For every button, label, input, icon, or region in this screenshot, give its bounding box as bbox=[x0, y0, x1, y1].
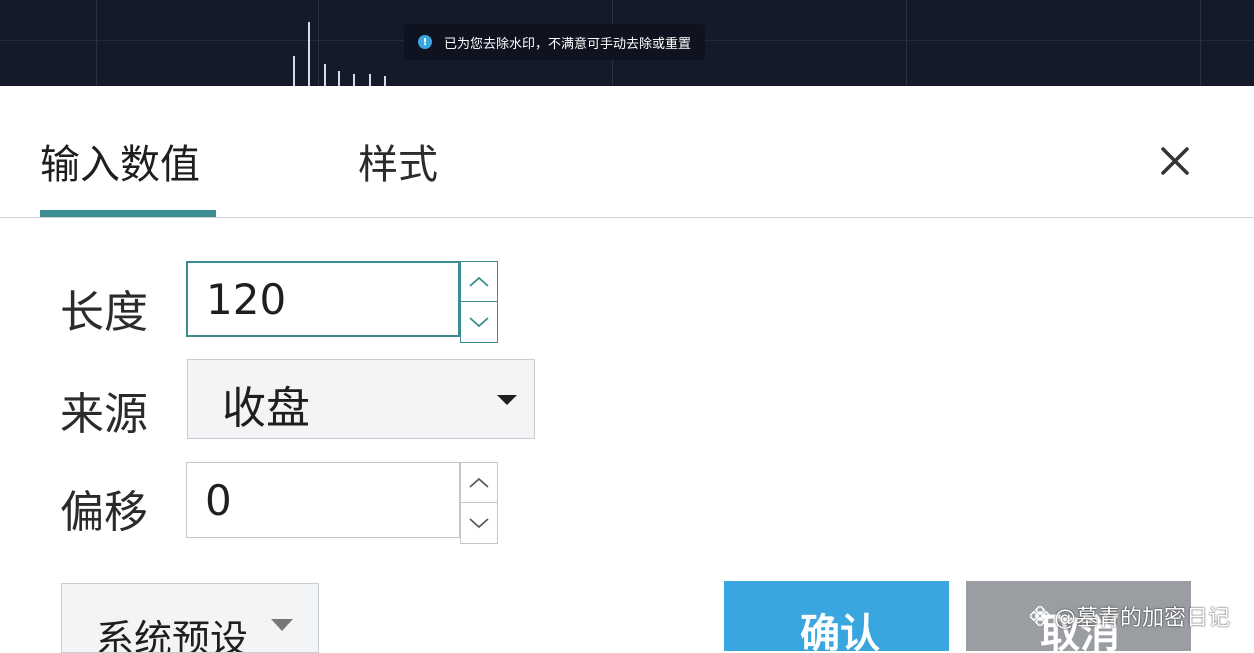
source-select-value: 收盘 bbox=[222, 383, 310, 434]
offset-increment-button[interactable] bbox=[461, 463, 497, 503]
chart-gridline bbox=[96, 0, 97, 86]
volume-bar bbox=[338, 71, 340, 86]
volume-bar bbox=[369, 74, 371, 86]
close-button[interactable] bbox=[1156, 142, 1194, 180]
volume-bar bbox=[384, 76, 386, 86]
tab-input-values[interactable]: 输入数值 bbox=[40, 132, 200, 190]
chart-gridline bbox=[1200, 0, 1201, 86]
watermark: @墓青的加密日记 bbox=[1030, 600, 1230, 632]
watermark-text: @墓青的加密日记 bbox=[1054, 606, 1231, 631]
system-preset-button[interactable]: 系统预设 bbox=[61, 583, 319, 653]
toast-notification: ! 已为您去除水印，不满意可手动去除或重置 bbox=[404, 24, 706, 60]
system-preset-label: 系统预设 bbox=[96, 617, 249, 653]
caret-down-icon bbox=[497, 395, 517, 405]
chart-gridline bbox=[318, 0, 319, 86]
length-decrement-button[interactable] bbox=[461, 302, 497, 342]
volume-bar bbox=[308, 22, 310, 86]
offset-label: 偏移 bbox=[60, 487, 148, 538]
volume-bar bbox=[293, 56, 295, 86]
length-input[interactable] bbox=[186, 261, 460, 337]
active-tab-indicator bbox=[40, 210, 216, 217]
volume-bar bbox=[324, 64, 326, 86]
volume-bar bbox=[353, 74, 355, 86]
chart-gridline bbox=[906, 0, 907, 86]
tab-bar: 输入数值 样式 bbox=[0, 86, 1254, 218]
close-icon bbox=[1161, 147, 1189, 175]
confirm-button[interactable]: 确认 bbox=[724, 581, 949, 651]
offset-stepper bbox=[460, 462, 498, 544]
length-label: 长度 bbox=[60, 287, 148, 338]
tab-style[interactable]: 样式 bbox=[358, 132, 438, 190]
chevron-up-icon bbox=[469, 477, 489, 488]
offset-input[interactable] bbox=[186, 462, 460, 538]
length-stepper bbox=[460, 261, 498, 343]
source-label: 来源 bbox=[60, 389, 148, 440]
chevron-down-icon bbox=[469, 317, 489, 328]
source-select[interactable]: 收盘 bbox=[187, 359, 535, 439]
binance-logo-icon bbox=[1030, 606, 1050, 626]
chevron-up-icon bbox=[469, 276, 489, 287]
indicator-settings-dialog: 输入数值 样式 长度 来源 收盘 偏移 bbox=[0, 86, 1254, 653]
chevron-down-icon bbox=[469, 518, 489, 529]
chart-background: ! 已为您去除水印，不满意可手动去除或重置 bbox=[0, 0, 1254, 86]
toast-message: 已为您去除水印，不满意可手动去除或重置 bbox=[444, 36, 692, 52]
info-icon: ! bbox=[418, 35, 432, 49]
length-increment-button[interactable] bbox=[461, 262, 497, 302]
offset-decrement-button[interactable] bbox=[461, 503, 497, 543]
caret-down-icon bbox=[271, 619, 293, 631]
confirm-label: 确认 bbox=[800, 611, 880, 651]
